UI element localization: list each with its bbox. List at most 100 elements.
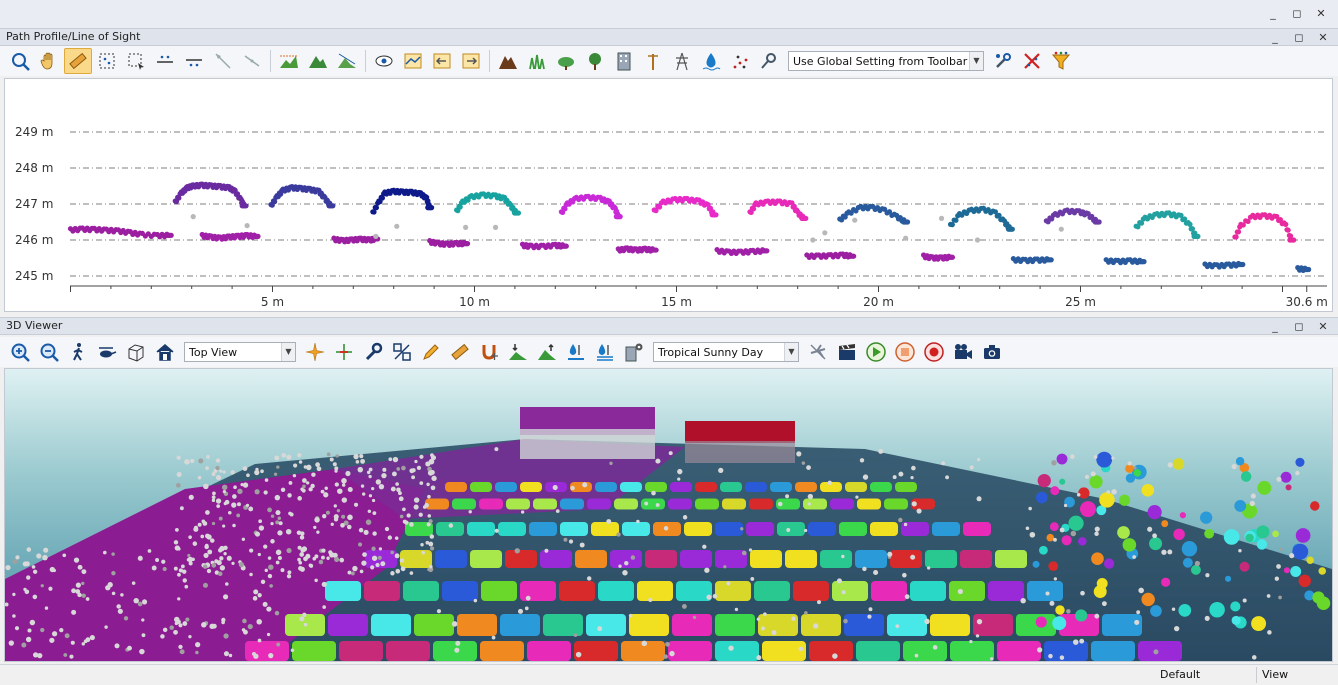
view-select[interactable]: Top View ▼	[184, 342, 296, 362]
close-icon[interactable]: ✕	[1314, 7, 1328, 20]
noise-point	[341, 483, 346, 487]
noise-point	[301, 488, 306, 493]
noise-point	[378, 547, 383, 551]
close-icon[interactable]: ✕	[1316, 30, 1330, 46]
ruler-button[interactable]	[446, 339, 474, 365]
profile-mode-select[interactable]: Use Global Setting from Toolbar ▼	[788, 51, 984, 71]
noise-class-button[interactable]	[726, 48, 754, 74]
pencil-button[interactable]	[417, 339, 445, 365]
move-left-button[interactable]	[428, 48, 456, 74]
noise-point	[706, 594, 712, 600]
crosshair-button[interactable]	[330, 339, 358, 365]
settings-tool-button[interactable]	[359, 339, 387, 365]
minimize-icon[interactable]: _	[1266, 7, 1280, 20]
car-point-cluster	[620, 482, 642, 492]
clear-class-button[interactable]	[1018, 48, 1046, 74]
noise-point	[223, 545, 228, 551]
walk-mode-button[interactable]	[64, 339, 92, 365]
pole-class-button[interactable]	[639, 48, 667, 74]
tree-point-cluster	[1257, 480, 1272, 495]
noise-point	[1094, 613, 1100, 619]
visibility-button[interactable]	[370, 48, 398, 74]
car-point-cluster	[820, 550, 852, 568]
car-point-cluster	[325, 581, 361, 601]
building-class-button[interactable]	[610, 48, 638, 74]
zoom-in-button[interactable]	[6, 339, 34, 365]
noise-point	[718, 467, 724, 473]
3d-viewer-canvas[interactable]	[4, 368, 1333, 662]
zoom-out-button[interactable]	[35, 339, 63, 365]
profile-chart[interactable]: 245 m 246 m 247 m 248 m 249 m 5 m 10 m 15 m 20 m…	[4, 78, 1333, 312]
noise-point	[114, 643, 120, 649]
noise-point	[23, 587, 27, 592]
line-of-sight-button[interactable]	[333, 48, 361, 74]
ground-class-button[interactable]	[494, 48, 522, 74]
close-icon[interactable]: ✕	[1316, 319, 1330, 335]
noise-point	[120, 593, 124, 597]
draw-polyline-button[interactable]	[238, 48, 266, 74]
animation-button[interactable]	[833, 339, 861, 365]
key-point-button[interactable]	[755, 48, 783, 74]
noise-point	[430, 546, 435, 551]
drop-terrain-button[interactable]	[504, 339, 532, 365]
stop-button[interactable]	[891, 339, 919, 365]
select-region-button[interactable]	[122, 48, 150, 74]
measure-tool-button[interactable]	[64, 48, 92, 74]
water-level-button[interactable]	[562, 339, 590, 365]
minimize-icon[interactable]: _	[1268, 30, 1282, 46]
noise-point	[648, 597, 653, 603]
terrain-profile-button[interactable]	[304, 48, 332, 74]
noise-point	[77, 592, 82, 598]
maximize-icon[interactable]: ◻	[1292, 30, 1306, 46]
profile-point	[1306, 266, 1312, 273]
tree-point-cluster	[1235, 457, 1245, 466]
maximize-icon[interactable]: ◻	[1292, 319, 1306, 335]
draw-line-button[interactable]	[209, 48, 237, 74]
medium-vegetation-button[interactable]	[552, 48, 580, 74]
screenshot-button[interactable]	[978, 339, 1006, 365]
restore-icon[interactable]: ◻	[1290, 7, 1304, 20]
noise-point	[371, 546, 376, 551]
point-ratio-button[interactable]	[388, 339, 416, 365]
pan-tool-button[interactable]	[35, 48, 63, 74]
noise-point	[451, 621, 458, 627]
profile-graph-button[interactable]	[399, 48, 427, 74]
high-vegetation-button[interactable]	[581, 48, 609, 74]
building-settings-button[interactable]	[620, 339, 648, 365]
environment-select[interactable]: Tropical Sunny Day ▼	[653, 342, 799, 362]
move-right-button[interactable]	[457, 48, 485, 74]
below-line-button[interactable]	[180, 48, 208, 74]
water-class-button[interactable]	[697, 48, 725, 74]
noise-point	[1053, 577, 1058, 581]
low-vegetation-button[interactable]	[523, 48, 551, 74]
play-button[interactable]	[862, 339, 890, 365]
disable-fly-button[interactable]	[804, 339, 832, 365]
above-line-button[interactable]	[151, 48, 179, 74]
noise-point	[173, 629, 178, 635]
zoom-tool-button[interactable]	[6, 48, 34, 74]
select-points-button[interactable]	[93, 48, 121, 74]
wire-class-button[interactable]	[668, 48, 696, 74]
clapperboard-icon	[839, 344, 855, 360]
bounding-box-button[interactable]	[122, 339, 150, 365]
raise-terrain-button[interactable]	[533, 339, 561, 365]
noise-point	[1037, 647, 1043, 653]
tree-point-cluster	[1234, 500, 1247, 512]
star-center-icon	[305, 342, 325, 362]
set-center-button[interactable]	[301, 339, 329, 365]
noise-point	[582, 482, 588, 488]
video-camera-button[interactable]	[949, 339, 977, 365]
filter-button[interactable]	[1047, 48, 1075, 74]
classify-tools-button[interactable]	[989, 48, 1017, 74]
water-flood-button[interactable]	[591, 339, 619, 365]
home-view-button[interactable]	[151, 339, 179, 365]
fly-mode-button[interactable]	[93, 339, 121, 365]
noise-point	[1133, 466, 1137, 470]
noise-point	[314, 578, 318, 583]
ground-profile-button[interactable]	[275, 48, 303, 74]
noise-point	[1161, 549, 1167, 555]
minimize-icon[interactable]: _	[1268, 319, 1282, 335]
noise-point	[81, 593, 86, 598]
magnet-button[interactable]	[475, 339, 503, 365]
record-button[interactable]	[920, 339, 948, 365]
